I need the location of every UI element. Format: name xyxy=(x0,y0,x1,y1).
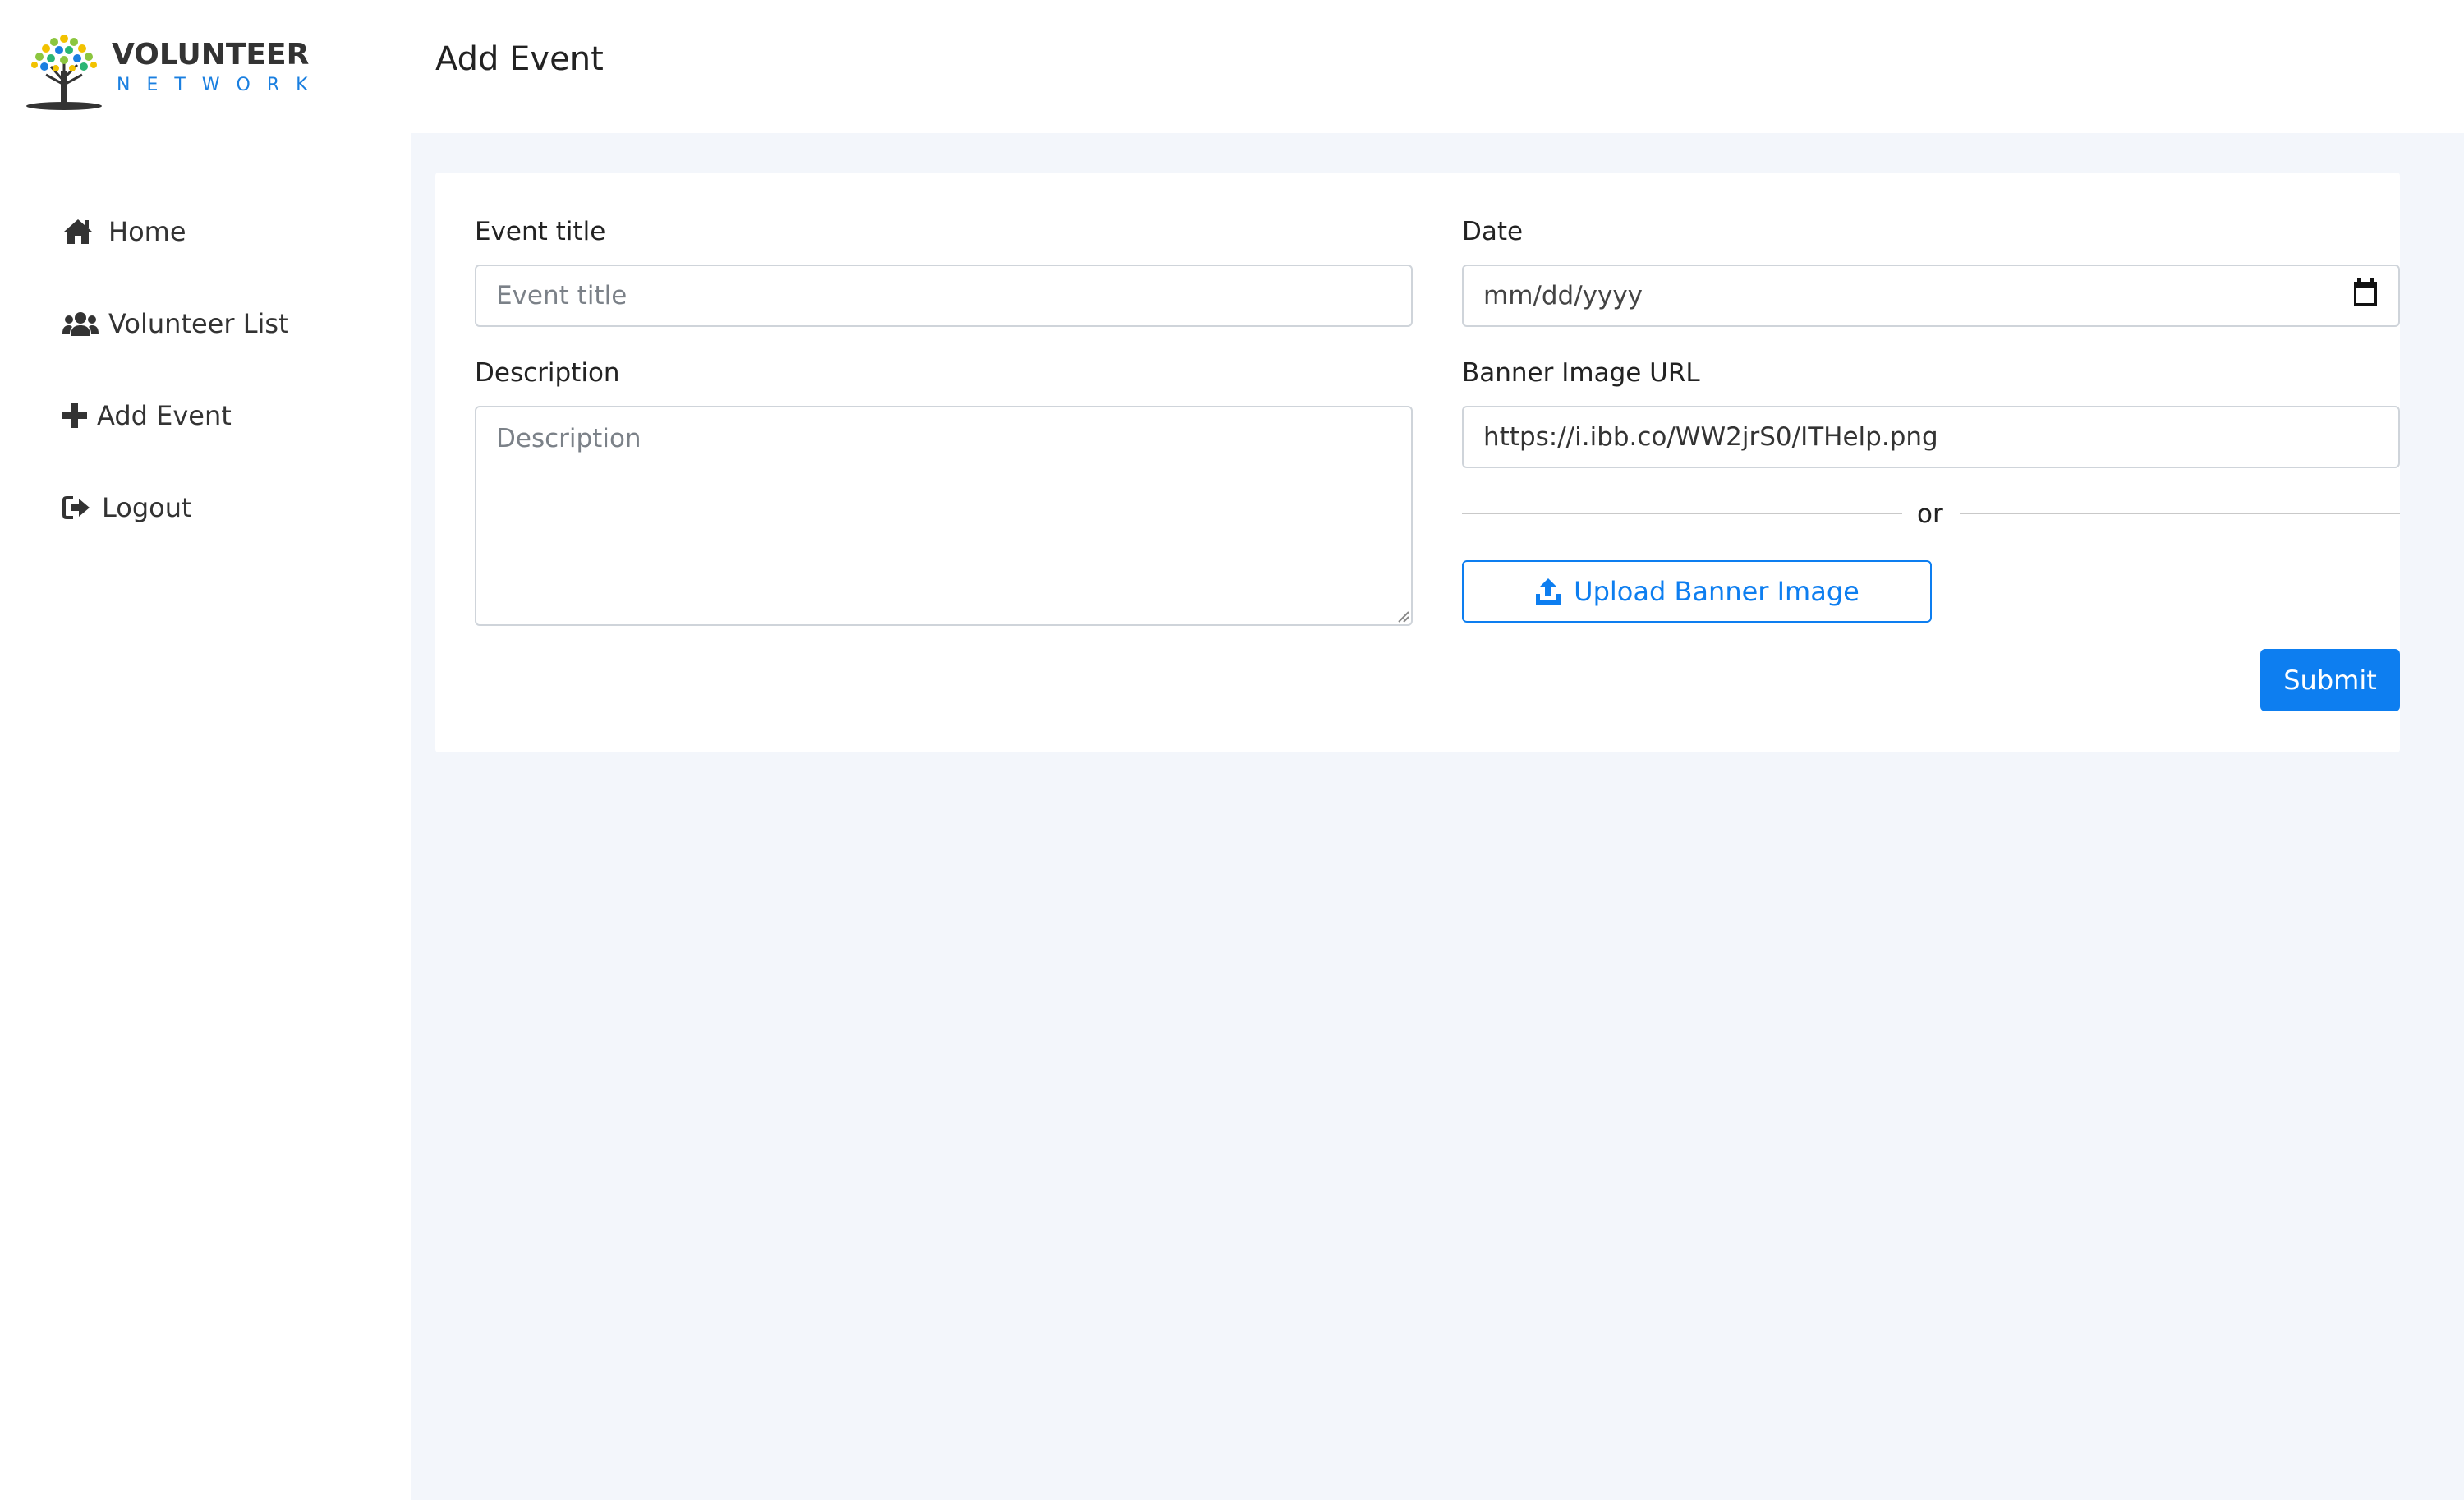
home-icon xyxy=(62,214,99,250)
brand-name-line2: NETWORK xyxy=(117,75,324,95)
brand-name-line1: VOLUNTEER xyxy=(112,38,310,71)
brand-logo[interactable]: VOLUNTEER NETWORK xyxy=(23,23,309,112)
main-content: Event title Date mm/dd/yyyy Description … xyxy=(411,133,2464,1500)
sidebar-item-add-event[interactable]: Add Event xyxy=(62,391,232,440)
event-title-label: Event title xyxy=(475,217,606,246)
description-wrapper xyxy=(475,406,1413,626)
submit-button[interactable]: Submit xyxy=(2260,649,2400,711)
description-textarea[interactable] xyxy=(475,406,1413,626)
or-text: or xyxy=(1917,499,1943,529)
date-input[interactable]: mm/dd/yyyy xyxy=(1462,265,2400,327)
page-title: Add Event xyxy=(435,40,604,78)
divider-right xyxy=(1960,513,2400,514)
add-event-form: Event title Date mm/dd/yyyy Description … xyxy=(435,173,2400,752)
sidebar-item-logout[interactable]: Logout xyxy=(62,483,192,532)
logout-icon xyxy=(62,490,92,526)
sidebar-item-home[interactable]: Home xyxy=(62,207,186,256)
calendar-icon[interactable] xyxy=(2352,278,2379,313)
banner-url-label: Banner Image URL xyxy=(1462,358,1700,388)
date-placeholder: mm/dd/yyyy xyxy=(1483,281,1643,311)
description-label: Description xyxy=(475,358,620,388)
users-icon xyxy=(62,306,99,342)
upload-banner-label: Upload Banner Image xyxy=(1574,576,1859,607)
upload-banner-button[interactable]: Upload Banner Image xyxy=(1462,560,1932,623)
upload-icon xyxy=(1536,578,1561,605)
divider-left xyxy=(1462,513,1902,514)
banner-url-input[interactable] xyxy=(1462,406,2400,468)
sidebar-item-volunteer-list[interactable]: Volunteer List xyxy=(62,299,289,348)
resize-grip-icon[interactable] xyxy=(1395,608,1409,623)
sidebar-item-label: Home xyxy=(108,216,186,247)
tree-logo-icon xyxy=(26,35,102,110)
plus-icon xyxy=(62,398,87,434)
sidebar-item-label: Logout xyxy=(102,492,192,523)
event-title-input[interactable] xyxy=(475,265,1413,327)
date-label: Date xyxy=(1462,217,1524,246)
sidebar-item-label: Add Event xyxy=(97,400,232,431)
sidebar-item-label: Volunteer List xyxy=(108,308,289,339)
